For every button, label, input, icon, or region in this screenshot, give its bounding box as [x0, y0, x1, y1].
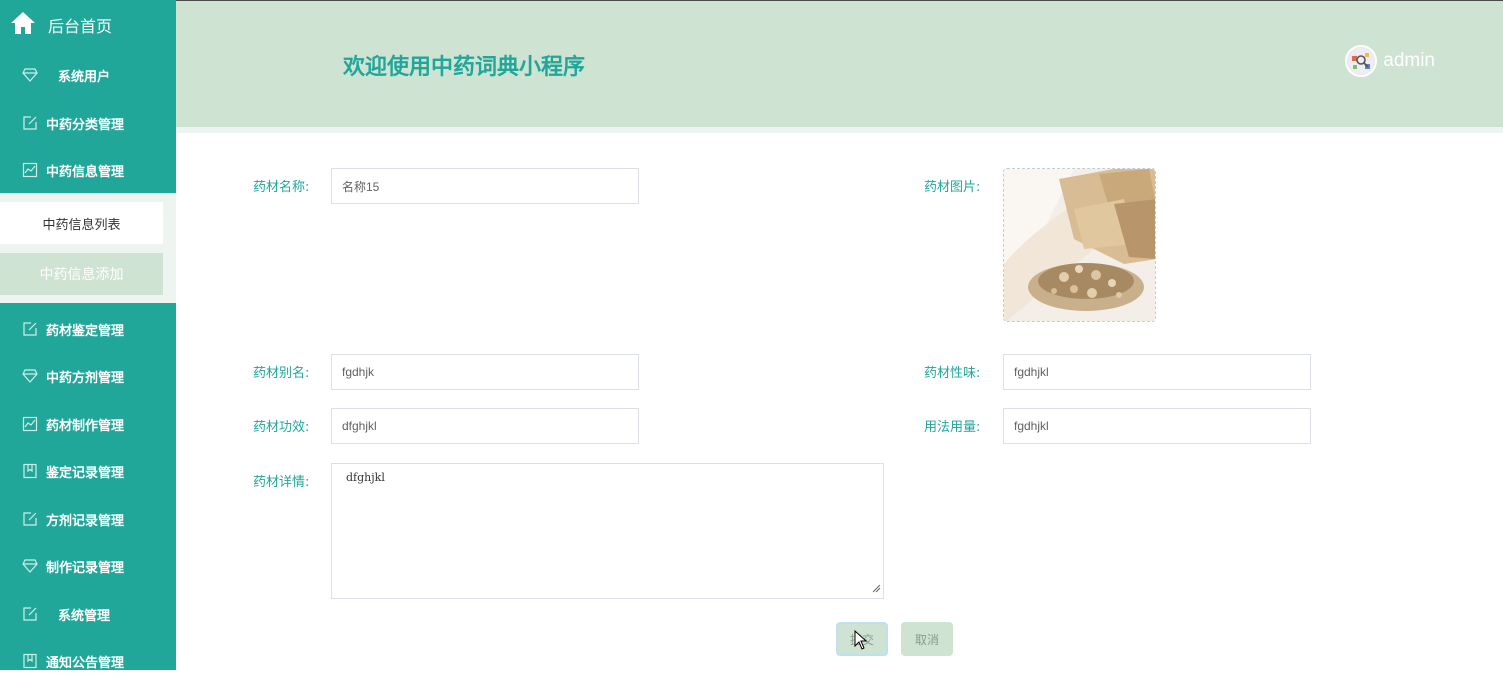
cancel-button[interactable]: 取消	[901, 622, 953, 656]
edit-icon	[22, 511, 38, 527]
sidebar-item-production[interactable]: 药材制作管理	[0, 401, 176, 447]
diamond-icon	[22, 558, 38, 574]
detail-text: dfghjkl	[346, 471, 385, 484]
edit-icon	[22, 115, 38, 131]
sidebar-item-info[interactable]: 中药信息管理	[0, 147, 176, 193]
sidebar-item-label: 中药信息管理	[46, 164, 125, 180]
diamond-icon	[22, 368, 38, 384]
chart-icon	[22, 416, 38, 432]
mouse-cursor-icon	[854, 629, 868, 654]
sidebar-item-notice[interactable]: 通知公告管理	[0, 638, 176, 684]
sidebar-item-label: 系统用户	[58, 69, 111, 85]
header-divider	[176, 127, 1503, 133]
bookmark-icon	[22, 463, 38, 479]
sidebar-item-label: 系统管理	[58, 608, 111, 624]
efficacy-input[interactable]: dfghjkl	[331, 408, 639, 444]
sidebar-item-formula[interactable]: 中药方剂管理	[0, 353, 176, 399]
sidebar-item-label: 中药分类管理	[46, 117, 125, 133]
sidebar-item-system[interactable]: 系统管理	[0, 591, 176, 637]
diamond-icon	[22, 67, 38, 83]
sidebar-item-label: 药材鉴定管理	[46, 323, 125, 339]
resize-handle-icon[interactable]	[872, 583, 881, 596]
usage-input[interactable]: fgdhjkl	[1003, 408, 1311, 444]
sidebar-item-identify[interactable]: 药材鉴定管理	[0, 306, 176, 352]
sidebar-item-label: 方剂记录管理	[46, 513, 125, 529]
bookmark-icon	[22, 653, 38, 669]
sidebar-submenu: 中药信息列表 中药信息添加	[0, 193, 176, 303]
sidebar-item-label: 中药方剂管理	[46, 370, 125, 386]
name-label: 药材名称:	[253, 180, 310, 195]
user-menu[interactable]: admin	[1345, 45, 1435, 77]
page-title: 欢迎使用中药词典小程序	[343, 55, 586, 80]
avatar[interactable]	[1345, 45, 1378, 77]
sidebar-item-system-users[interactable]: 系统用户	[0, 52, 176, 98]
sidebar-item-production-records[interactable]: 制作记录管理	[0, 543, 176, 589]
efficacy-label: 药材功效:	[253, 420, 310, 435]
image-label: 药材图片:	[924, 180, 981, 195]
sidebar-item-label: 药材制作管理	[46, 418, 125, 434]
usage-label: 用法用量:	[924, 420, 981, 435]
submenu-item-add[interactable]: 中药信息添加	[0, 253, 163, 295]
nature-input[interactable]: fgdhjkl	[1003, 354, 1311, 390]
alias-input[interactable]: fgdhjk	[331, 354, 639, 390]
sidebar-home[interactable]: 后台首页	[0, 0, 176, 50]
sidebar-item-identify-records[interactable]: 鉴定记录管理	[0, 448, 176, 494]
sidebar-item-label: 鉴定记录管理	[46, 465, 125, 481]
nature-label: 药材性味:	[924, 366, 981, 381]
edit-icon	[22, 606, 38, 622]
name-input[interactable]: 名称15	[331, 168, 639, 204]
header: 欢迎使用中药词典小程序 admin	[176, 0, 1503, 127]
submenu-item-list[interactable]: 中药信息列表	[0, 202, 163, 244]
detail-textarea[interactable]: dfghjkl	[331, 463, 884, 599]
detail-label: 药材详情:	[253, 475, 310, 490]
edit-icon	[22, 321, 38, 337]
image-upload[interactable]	[1003, 168, 1156, 322]
sidebar-item-label: 通知公告管理	[46, 655, 125, 671]
home-icon	[10, 11, 36, 39]
sidebar-home-label: 后台首页	[48, 17, 113, 36]
sidebar: 后台首页 系统用户 中药分类管理 中药信息管理 中药信息列表 中药信息添加 药材…	[0, 0, 176, 671]
alias-label: 药材别名:	[253, 366, 310, 381]
herb-image	[1004, 169, 1155, 321]
username[interactable]: admin	[1383, 50, 1435, 72]
sidebar-item-label: 制作记录管理	[46, 560, 125, 576]
chart-icon	[22, 162, 38, 178]
sidebar-item-category[interactable]: 中药分类管理	[0, 100, 176, 146]
sidebar-item-formula-records[interactable]: 方剂记录管理	[0, 496, 176, 542]
